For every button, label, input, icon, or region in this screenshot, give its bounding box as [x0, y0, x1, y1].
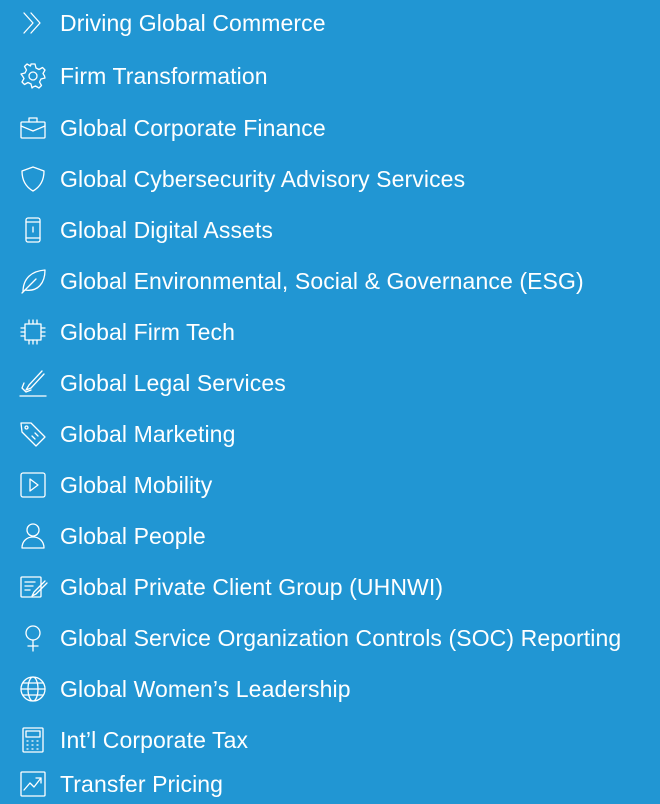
- list-item-label: Global Marketing: [60, 420, 236, 447]
- list-item-label: Int’l Corporate Tax: [60, 726, 249, 753]
- service-list: Driving Global Commerce Firm Transformat…: [0, 0, 660, 801]
- gear-icon: [16, 59, 50, 93]
- list-item-label: Global Service Organization Controls (SO…: [60, 624, 622, 651]
- list-item-global-soc-reporting[interactable]: Global Service Organization Controls (SO…: [0, 618, 660, 658]
- list-item-global-mobility[interactable]: Global Mobility: [0, 465, 660, 505]
- calculator-icon: [16, 723, 50, 757]
- list-item-firm-transformation[interactable]: Firm Transformation: [0, 56, 660, 96]
- list-item-intl-corporate-tax[interactable]: Int’l Corporate Tax: [0, 720, 660, 760]
- list-item-label: Global Corporate Finance: [60, 114, 326, 141]
- list-item-global-people[interactable]: Global People: [0, 516, 660, 556]
- document-edit-icon: [16, 570, 50, 604]
- list-item-global-marketing[interactable]: Global Marketing: [0, 414, 660, 454]
- briefcase-icon: [16, 111, 50, 145]
- list-item-label: Firm Transformation: [60, 62, 268, 89]
- list-item-global-firm-tech[interactable]: Global Firm Tech: [0, 312, 660, 352]
- list-item-global-legal-services[interactable]: Global Legal Services: [0, 363, 660, 403]
- list-item-label: Global Women’s Leadership: [60, 675, 351, 702]
- list-item-global-womens-leadership[interactable]: Global Women’s Leadership: [0, 669, 660, 709]
- list-item-global-corporate-finance[interactable]: Global Corporate Finance: [0, 108, 660, 148]
- person-icon: [16, 519, 50, 553]
- list-item-label: Global Firm Tech: [60, 318, 236, 345]
- chip-icon: [16, 315, 50, 349]
- double-chevron-right-icon: [16, 6, 50, 40]
- play-button-icon: [16, 468, 50, 502]
- tag-icon: [16, 417, 50, 451]
- globe-icon: [16, 672, 50, 706]
- list-item-label: Global Mobility: [60, 471, 213, 498]
- female-symbol-icon: [16, 621, 50, 655]
- list-item-transfer-pricing[interactable]: Transfer Pricing: [0, 764, 660, 804]
- list-item-label: Global Digital Assets: [60, 216, 274, 243]
- mobile-phone-icon: [16, 213, 50, 247]
- list-item-global-esg[interactable]: Global Environmental, Social & Governanc…: [0, 261, 660, 301]
- pen-signature-icon: [16, 366, 50, 400]
- list-item-global-private-client-group[interactable]: Global Private Client Group (UHNWI): [0, 567, 660, 607]
- shield-icon: [16, 162, 50, 196]
- leaf-icon: [16, 264, 50, 298]
- list-item-label: Global Cybersecurity Advisory Services: [60, 165, 466, 192]
- list-item-label: Global Environmental, Social & Governanc…: [60, 267, 584, 294]
- list-item-label: Driving Global Commerce: [60, 9, 326, 36]
- list-item-global-digital-assets[interactable]: Global Digital Assets: [0, 210, 660, 250]
- list-item-label: Transfer Pricing: [60, 770, 224, 797]
- list-item-global-cybersecurity[interactable]: Global Cybersecurity Advisory Services: [0, 159, 660, 199]
- list-item-label: Global Legal Services: [60, 369, 286, 396]
- list-item-label: Global Private Client Group (UHNWI): [60, 573, 444, 600]
- list-item-label: Global People: [60, 522, 206, 549]
- list-item-driving-global-commerce[interactable]: Driving Global Commerce: [0, 3, 660, 43]
- trend-chart-icon: [16, 767, 50, 801]
